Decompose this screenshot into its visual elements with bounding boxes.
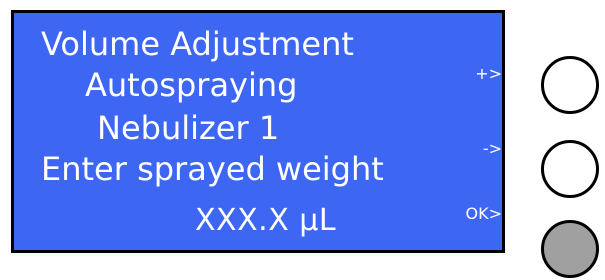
display-mode: Autospraying xyxy=(85,66,298,104)
increase-button[interactable] xyxy=(541,56,599,114)
decrease-button[interactable] xyxy=(541,140,599,198)
softkey-plus-label: +> xyxy=(475,64,502,83)
softkey-ok-label: OK> xyxy=(465,204,503,223)
lcd-display: Volume Adjustment Autospraying Nebulizer… xyxy=(11,10,505,253)
display-value: XXX.X μL xyxy=(195,203,337,238)
display-title: Volume Adjustment xyxy=(41,25,354,63)
display-device-name: Nebulizer 1 xyxy=(97,109,280,147)
ok-button[interactable] xyxy=(541,220,599,278)
device-panel: Volume Adjustment Autospraying Nebulizer… xyxy=(0,0,605,280)
softkey-minus-label: -> xyxy=(482,139,502,158)
display-prompt: Enter sprayed weight xyxy=(41,150,384,188)
